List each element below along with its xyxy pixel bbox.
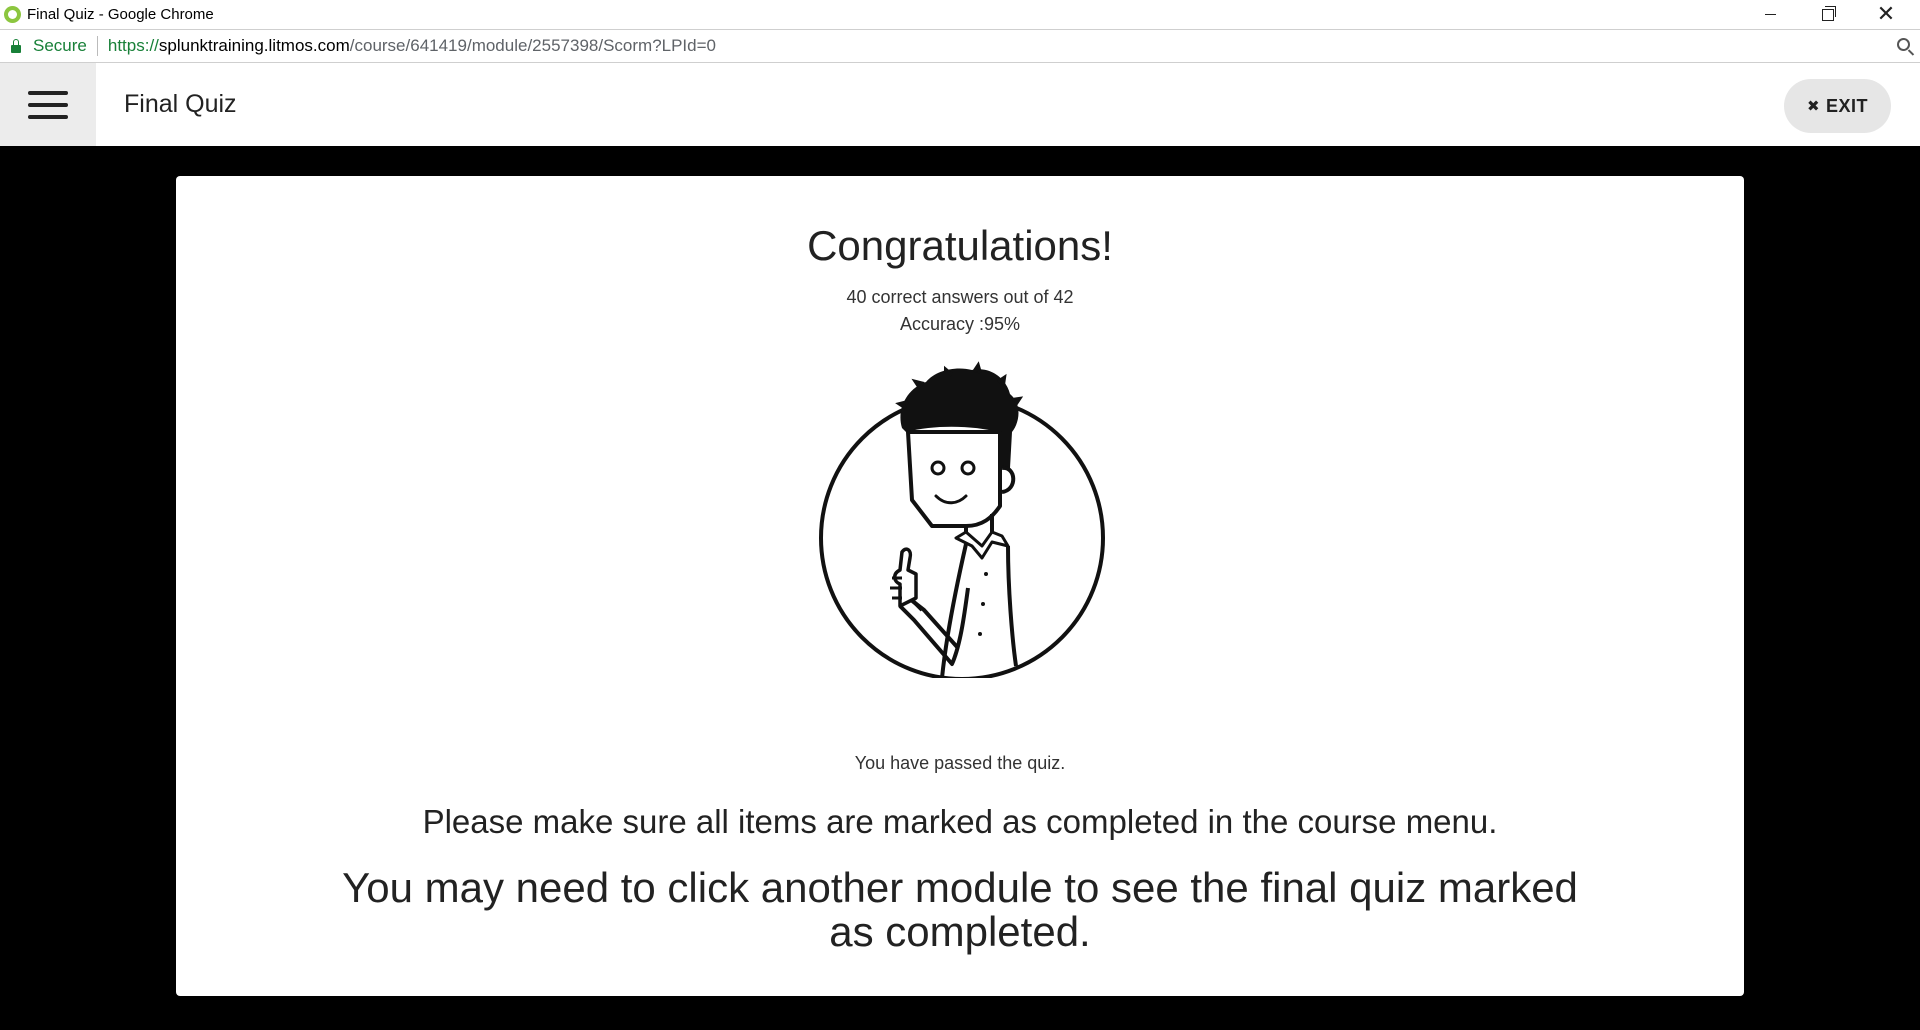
lock-icon <box>11 38 21 53</box>
close-icon: ✖ <box>1806 97 1821 115</box>
site-favicon-icon <box>4 6 21 23</box>
hamburger-menu-icon <box>28 90 68 95</box>
page-title: Final Quiz <box>124 90 237 118</box>
course-header: Final Quiz ✖ EXIT <box>0 63 1920 146</box>
passed-text: You have passed the quiz. <box>854 753 1066 773</box>
hamburger-menu-icon <box>28 102 68 107</box>
restore-icon <box>1822 5 1836 21</box>
course-menu-button[interactable] <box>0 63 96 146</box>
url-path: /course/641419/module/2557398/Scorm?LPId… <box>349 36 716 55</box>
url-scheme: https:// <box>107 36 159 55</box>
thumbs-up-character-illustration <box>819 361 1105 678</box>
zoom-icon[interactable] <box>1897 38 1910 51</box>
quiz-result-card: Congratulations! 40 correct answers out … <box>176 176 1744 996</box>
minimize-button[interactable] <box>1741 0 1799 29</box>
address-bar[interactable]: Secure https://splunktraining.litmos.com… <box>0 29 1920 63</box>
completion-instruction: Please make sure all items are marked as… <box>422 803 1498 840</box>
hamburger-menu-icon <box>28 114 68 119</box>
secure-label[interactable]: Secure <box>33 36 87 56</box>
score-text: 40 correct answers out of 42 <box>846 287 1074 307</box>
browser-title-bar: Final Quiz - Google Chrome ✕ <box>0 0 1920 29</box>
accuracy-text: Accuracy :95% <box>899 314 1021 334</box>
url-host: splunktraining.litmos.com <box>158 36 350 55</box>
url-text[interactable]: https://splunktraining.litmos.com/course… <box>108 36 716 56</box>
close-icon: ✕ <box>1876 1 1896 27</box>
exit-label: EXIT <box>1826 95 1869 116</box>
restore-button[interactable] <box>1799 0 1857 29</box>
result-heading: Congratulations! <box>807 222 1113 269</box>
minimize-icon <box>1764 14 1776 15</box>
module-click-instruction: You may need to click another module to … <box>342 864 1578 955</box>
window-title: Final Quiz - Google Chrome <box>27 6 214 23</box>
close-window-button[interactable]: ✕ <box>1857 0 1915 29</box>
exit-button[interactable]: ✖ EXIT <box>1784 79 1891 133</box>
divider <box>96 36 98 56</box>
